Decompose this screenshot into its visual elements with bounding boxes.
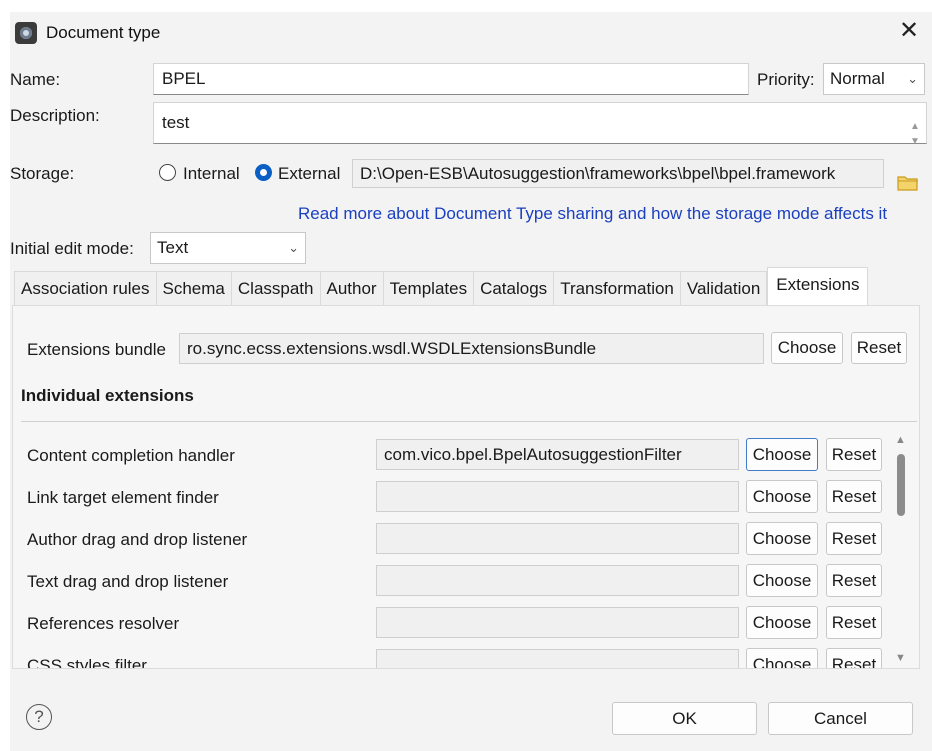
storage-label: Storage:: [10, 164, 75, 183]
folder-icon[interactable]: [897, 174, 919, 192]
storage-path-field[interactable]: D:\Open-ESB\Autosuggestion\frameworks\bp…: [352, 159, 884, 188]
close-icon[interactable]: ✕: [894, 17, 924, 47]
name-label: Name:: [10, 70, 61, 89]
edit-mode-select[interactable]: Text ⌄: [150, 232, 306, 264]
tab-schema[interactable]: Schema: [155, 271, 231, 305]
priority-label: Priority:: [757, 70, 815, 89]
title-bar: Document type ✕: [10, 12, 932, 54]
tab-author[interactable]: Author: [319, 271, 383, 305]
tab-validation[interactable]: Validation: [679, 271, 768, 305]
scroll-down-icon[interactable]: ▼: [908, 134, 922, 149]
name-input[interactable]: BPEL: [153, 63, 749, 95]
edit-mode-value: Text: [157, 238, 189, 257]
scroll-down-icon[interactable]: ▼: [895, 652, 906, 664]
tab-association-rules[interactable]: Association rules: [14, 271, 156, 305]
list-item: CSS styles filter Choose Reset: [13, 306, 921, 668]
storage-external-radio[interactable]: [255, 164, 272, 181]
description-value: test: [162, 113, 190, 132]
ok-button[interactable]: OK: [612, 702, 757, 735]
app-icon: [15, 22, 37, 44]
document-type-dialog: Document type ✕ Name: BPEL Priority: Nor…: [10, 12, 932, 751]
description-scroll[interactable]: ▲ ▼: [908, 119, 922, 153]
tab-bar: Association rules Schema Classpath Autho…: [14, 267, 869, 305]
chevron-down-icon: ⌄: [907, 71, 918, 86]
storage-external-label[interactable]: External: [278, 164, 340, 184]
name-value: BPEL: [162, 69, 206, 88]
scroll-up-icon[interactable]: ▲: [895, 434, 906, 446]
scrollbar-thumb[interactable]: [897, 454, 905, 516]
priority-value: Normal: [830, 69, 885, 88]
tab-classpath[interactable]: Classpath: [230, 271, 320, 305]
storage-info-link[interactable]: Read more about Document Type sharing an…: [298, 204, 887, 224]
cancel-button[interactable]: Cancel: [768, 702, 913, 735]
storage-internal-radio[interactable]: [159, 164, 176, 181]
tab-transformation[interactable]: Transformation: [553, 271, 680, 305]
scroll-up-icon[interactable]: ▲: [908, 119, 922, 134]
storage-path-value: D:\Open-ESB\Autosuggestion\frameworks\bp…: [360, 163, 836, 183]
help-icon[interactable]: ?: [26, 704, 52, 730]
priority-select[interactable]: Normal ⌄: [823, 63, 925, 95]
css-styles-filter-label: CSS styles filter: [27, 656, 147, 668]
tab-catalogs[interactable]: Catalogs: [473, 271, 554, 305]
tab-templates[interactable]: Templates: [382, 271, 474, 305]
css-styles-filter-reset-button[interactable]: Reset: [826, 648, 882, 668]
css-styles-filter-field[interactable]: [376, 649, 739, 668]
css-styles-filter-choose-button[interactable]: Choose: [746, 648, 818, 668]
tab-extensions[interactable]: Extensions: [767, 267, 869, 305]
storage-internal-label[interactable]: Internal: [183, 164, 240, 184]
description-textarea[interactable]: test: [153, 102, 927, 144]
window-title: Document type: [46, 23, 161, 42]
edit-mode-label: Initial edit mode:: [10, 239, 134, 258]
extensions-panel: Extensions bundle ro.sync.ecss.extension…: [12, 305, 920, 669]
chevron-down-icon: ⌄: [288, 240, 299, 255]
description-label: Description:: [10, 106, 100, 125]
